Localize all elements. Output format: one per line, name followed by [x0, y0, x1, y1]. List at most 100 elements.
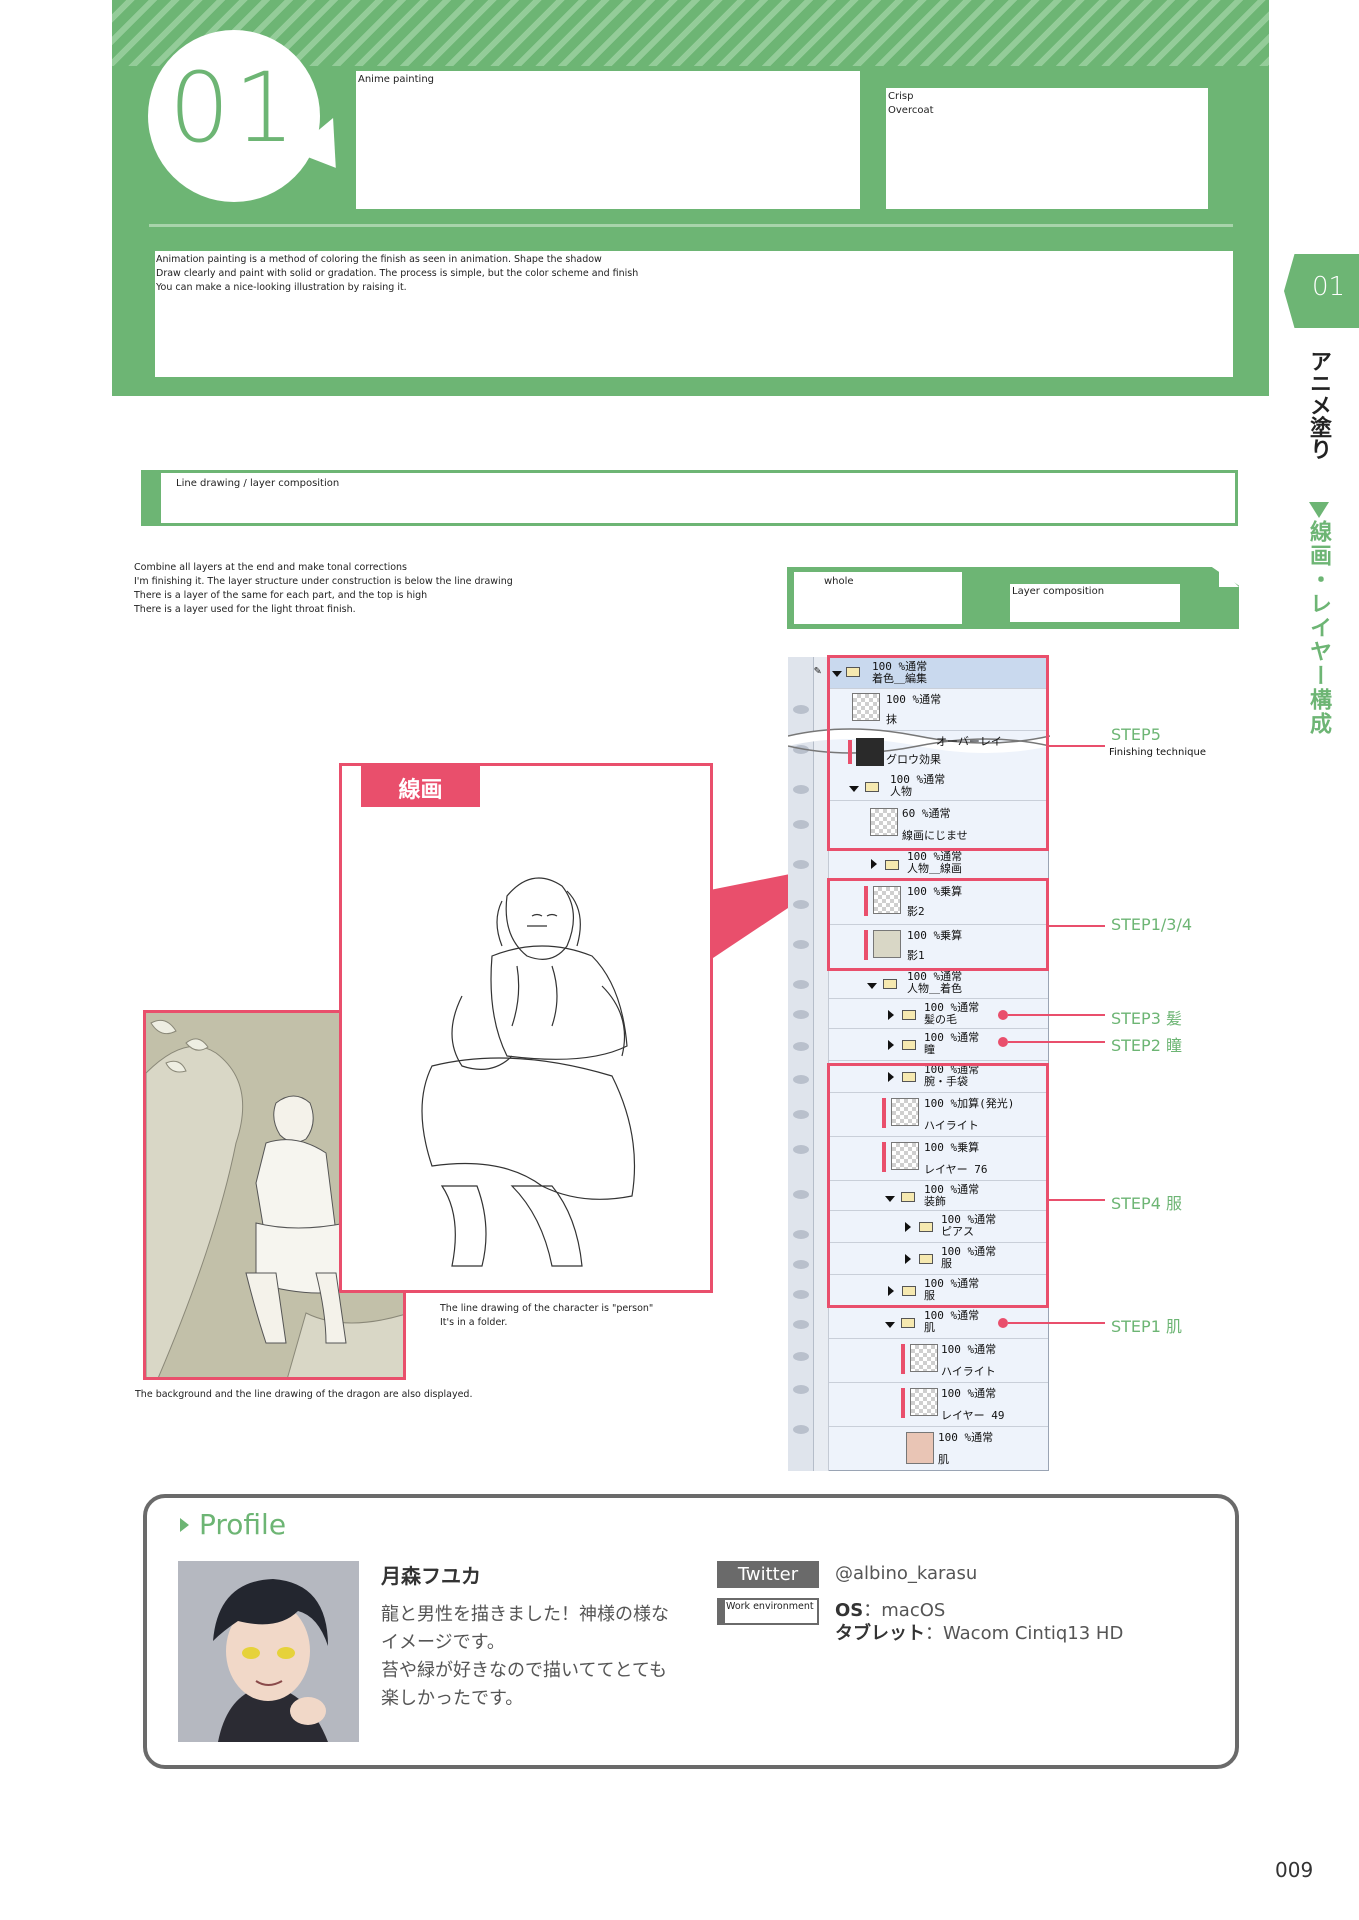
work-environment-label: Work environment	[717, 1598, 819, 1625]
tablet-value: ：Wacom Cintiq13 HD	[925, 1623, 1124, 1644]
eye-icon[interactable]	[793, 1425, 809, 1434]
step5-sublabel: Finishing technique	[1109, 747, 1206, 758]
twitter-label: Twitter	[717, 1561, 819, 1588]
eye-icon[interactable]	[793, 785, 809, 794]
layer-name: 髪の毛	[924, 1013, 957, 1026]
chapter-number: 01	[168, 52, 300, 164]
eye-icon[interactable]	[793, 1320, 809, 1329]
twitter-handle[interactable]: @albino_karasu	[835, 1563, 977, 1584]
eye-icon[interactable]	[793, 1145, 809, 1154]
step5-label: STEP5	[1111, 725, 1161, 744]
eye-icon[interactable]	[793, 705, 809, 714]
step134-highlight	[827, 878, 1049, 971]
color-caption: The background and the line drawing of t…	[135, 1389, 473, 1400]
step2-dot	[998, 1037, 1008, 1047]
description-line: Draw clearly and paint with solid or gra…	[156, 268, 639, 279]
eye-icon[interactable]	[793, 980, 809, 989]
step3-dot	[998, 1010, 1008, 1020]
eye-icon[interactable]	[793, 1230, 809, 1239]
body-line: There is a layer used for the light thro…	[134, 604, 356, 615]
layer-mode: 100 %通常	[941, 1387, 997, 1400]
line-drawing-label: 線画	[398, 778, 443, 803]
side-tab-chapter-label: アニメ塗り	[1306, 350, 1331, 460]
step1-connector	[1008, 1322, 1105, 1324]
layer-row[interactable]	[829, 1338, 1048, 1383]
line-drawing-illustration	[421, 877, 636, 1267]
eye-icon[interactable]	[793, 1260, 809, 1269]
step134-connector	[1049, 925, 1105, 927]
eye-icon[interactable]	[793, 1190, 809, 1199]
comment-line: 楽しかったです。	[381, 1688, 524, 1709]
folder-icon	[902, 1010, 916, 1020]
eye-icon[interactable]	[793, 940, 809, 949]
layer-name: ハイライト	[941, 1365, 996, 1378]
author-comment: 龍と男性を描きました！神様の様な イメージです。 苔や緑が好きなので描いててとて…	[381, 1601, 701, 1713]
layer-name: 肌	[924, 1321, 935, 1334]
layer-comp-left-label: whole	[794, 572, 962, 624]
step2-connector	[1008, 1041, 1105, 1043]
os-key: OS	[835, 1600, 864, 1621]
subtitle-line-1: Crisp	[888, 91, 914, 102]
layer-thumbnail	[910, 1344, 938, 1372]
layer-mode: 100 %通常	[941, 1343, 997, 1356]
chevron-down-icon[interactable]	[885, 1322, 895, 1328]
layer-name: 人物＿線画	[907, 862, 962, 875]
profile-title: Profile	[199, 1508, 287, 1541]
body-line: Combine all layers at the end and make t…	[134, 562, 407, 573]
eye-icon[interactable]	[793, 1042, 809, 1051]
body-line: I'm finishing it. The layer structure un…	[134, 576, 513, 587]
chevron-right-icon[interactable]	[888, 1010, 894, 1020]
section-bar-accent	[141, 470, 161, 526]
comment-line: 苔や緑が好きなので描いててとても	[381, 1660, 668, 1681]
layer-mode: 100 %通常	[938, 1431, 994, 1444]
tablet-key: タブレット	[835, 1623, 925, 1644]
header-divider	[149, 224, 1233, 227]
side-tab-number: 01	[1311, 272, 1346, 302]
step4-highlight	[827, 1063, 1049, 1308]
folder-icon	[883, 979, 897, 989]
eye-icon[interactable]	[793, 1385, 809, 1394]
section-title: Line drawing / layer composition	[176, 478, 340, 489]
eye-icon[interactable]	[793, 820, 809, 829]
eye-icon[interactable]	[793, 1290, 809, 1299]
side-tab-section-label: 線画・レイヤー構成	[1306, 520, 1331, 736]
layer-panel-visibility-column	[788, 657, 814, 1471]
description-line: You can make a nice-looking illustration…	[156, 282, 407, 293]
comment-line: イメージです。	[381, 1632, 505, 1653]
body-text: Combine all layers at the end and make t…	[134, 561, 634, 617]
layer-row[interactable]	[829, 1382, 1048, 1427]
step134-label: STEP1/3/4	[1111, 915, 1193, 934]
author-name: 月森フユカ	[381, 1564, 481, 1588]
chevron-down-icon[interactable]	[867, 983, 877, 989]
step1-label: STEP1 肌	[1111, 1317, 1182, 1336]
triangle-down-icon	[1309, 502, 1329, 518]
eye-icon[interactable]	[793, 1010, 809, 1019]
chapter-description: Animation painting is a method of colori…	[155, 251, 1233, 377]
layer-name: 人物＿着色	[907, 982, 962, 995]
layer-comp-right-label: Layer composition	[1010, 584, 1180, 622]
caption-line: It's in a folder.	[440, 1317, 508, 1328]
chevron-right-icon[interactable]	[888, 1040, 894, 1050]
eye-icon[interactable]	[793, 1075, 809, 1084]
step4-connector	[1049, 1199, 1105, 1201]
step1-dot	[998, 1318, 1008, 1328]
pencil-icon: ✎	[814, 663, 822, 677]
eye-icon[interactable]	[793, 1110, 809, 1119]
layer-name: 肌	[938, 1453, 949, 1466]
folded-corner	[1219, 567, 1239, 587]
eye-icon[interactable]	[793, 900, 809, 909]
comment-line: 龍と男性を描きました！神様の様な	[381, 1604, 669, 1625]
folder-icon	[885, 860, 899, 870]
eye-icon[interactable]	[793, 1352, 809, 1361]
step5-highlight	[827, 655, 1049, 851]
step4-label: STEP4 服	[1111, 1194, 1182, 1213]
step3-label: STEP3 髪	[1111, 1009, 1182, 1028]
eye-icon[interactable]	[793, 860, 809, 869]
line-drawing-caption: The line drawing of the character is "pe…	[440, 1302, 653, 1330]
chapter-title-box: Anime painting	[356, 71, 860, 209]
chevron-right-icon[interactable]	[871, 859, 877, 869]
layer-clip-marker	[901, 1344, 905, 1374]
avatar	[178, 1561, 359, 1742]
line-drawing-frame	[339, 763, 713, 1293]
caption-line: The line drawing of the character is "pe…	[440, 1303, 654, 1314]
